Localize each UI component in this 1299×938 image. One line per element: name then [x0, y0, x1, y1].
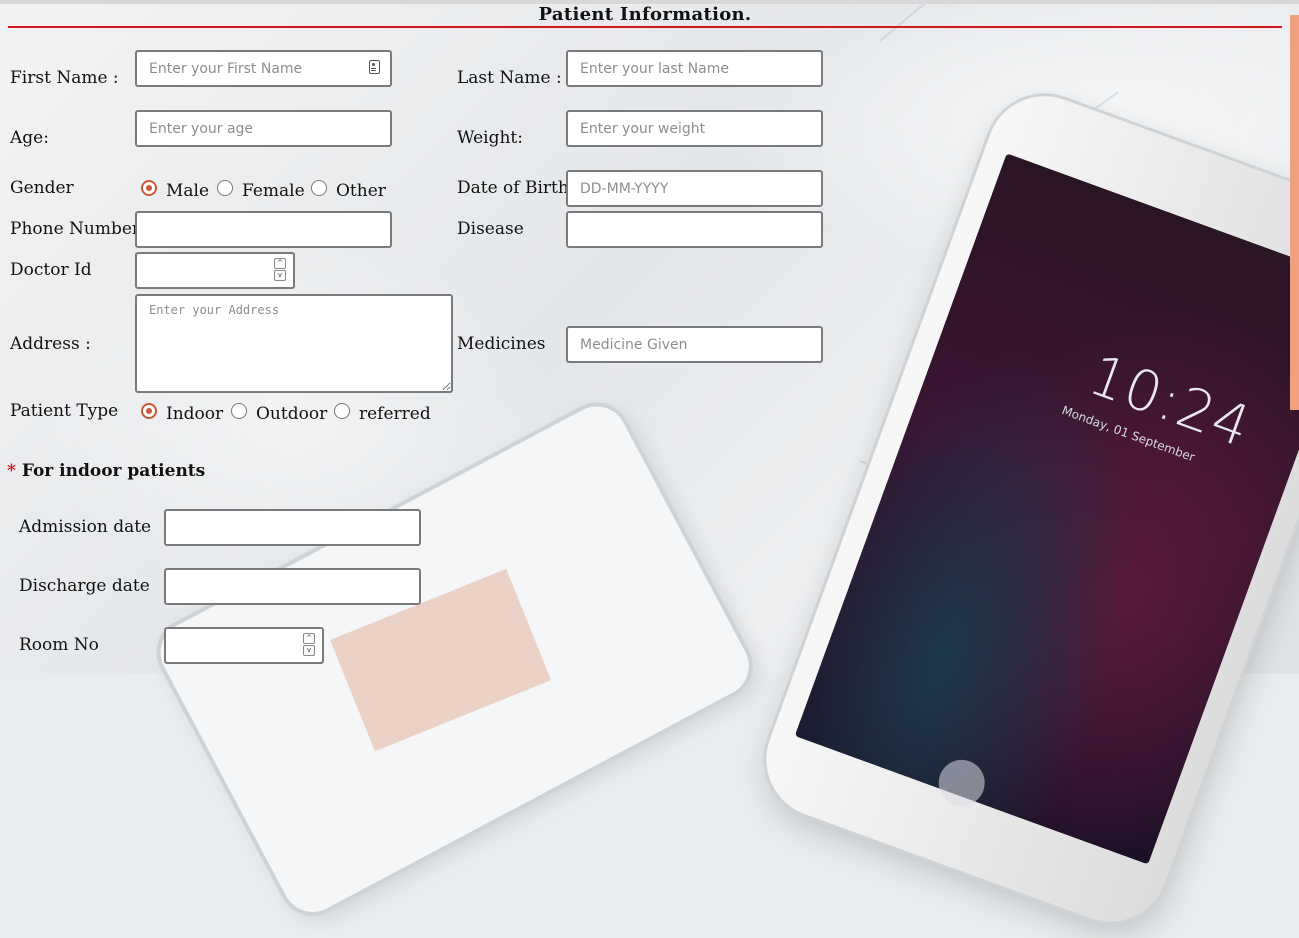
room-no-stepper[interactable]: ^ v [303, 633, 315, 656]
gender-female-label: Female [242, 181, 305, 201]
weight-input[interactable] [566, 110, 823, 147]
phone-input[interactable] [135, 211, 392, 248]
title-divider [8, 26, 1282, 28]
doctor-id-label: Doctor Id [10, 260, 92, 280]
patient-type-indoor-radio[interactable] [141, 403, 157, 419]
phone-label: Phone Number [10, 219, 141, 239]
last-name-input[interactable] [566, 50, 823, 87]
required-marker: * [7, 461, 16, 481]
doctor-id-input[interactable] [135, 252, 295, 289]
doctor-id-wrapper: ^ v [135, 252, 295, 289]
scrollbar[interactable] [1290, 15, 1299, 410]
medicines-input[interactable] [566, 326, 823, 363]
dob-input[interactable] [566, 170, 823, 207]
chevron-down-icon[interactable]: v [303, 645, 315, 656]
gender-other-radio[interactable] [311, 180, 327, 196]
contact-card-icon [369, 60, 380, 74]
chevron-up-icon[interactable]: ^ [303, 633, 315, 644]
last-name-label: Last Name : [457, 68, 562, 88]
disease-label: Disease [457, 219, 524, 239]
lock-icon [932, 753, 992, 813]
address-textarea[interactable] [135, 294, 453, 393]
page-title: Patient Information. [538, 4, 752, 25]
first-name-label: First Name : [10, 68, 119, 88]
patient-type-referred-label: referred [359, 404, 431, 424]
gender-label: Gender [10, 178, 74, 198]
gender-other-label: Other [336, 181, 386, 201]
chevron-up-icon[interactable]: ^ [274, 258, 286, 269]
room-no-label: Room No [19, 635, 99, 655]
patient-type-referred-radio[interactable] [334, 403, 350, 419]
chevron-down-icon[interactable]: v [274, 270, 286, 281]
admission-date-label: Admission date [19, 517, 152, 537]
medicines-label: Medicines [457, 334, 546, 354]
gender-female-radio[interactable] [217, 180, 233, 196]
indoor-section-title: For indoor patients [21, 461, 206, 481]
room-no-input[interactable] [164, 627, 324, 664]
gender-male-radio[interactable] [141, 180, 157, 196]
discharge-date-input[interactable] [164, 568, 421, 605]
patient-type-label: Patient Type [10, 401, 119, 421]
address-label: Address : [10, 334, 91, 354]
first-name-wrapper [135, 50, 392, 87]
room-no-wrapper: ^ v [164, 627, 324, 664]
age-label: Age: [10, 128, 49, 148]
admission-date-input[interactable] [164, 509, 421, 546]
patient-type-outdoor-label: Outdoor [256, 404, 328, 424]
discharge-date-label: Discharge date [19, 576, 150, 596]
gender-male-label: Male [166, 181, 210, 201]
disease-input[interactable] [566, 211, 823, 248]
weight-label: Weight: [457, 128, 523, 148]
doctor-id-stepper[interactable]: ^ v [274, 258, 286, 281]
first-name-input[interactable] [135, 50, 392, 87]
dob-label: Date of Birth [457, 178, 569, 198]
age-input[interactable] [135, 110, 392, 147]
indoor-section-heading: * For indoor patients [7, 461, 205, 481]
patient-type-indoor-label: Indoor [166, 404, 224, 424]
patient-type-outdoor-radio[interactable] [231, 403, 247, 419]
